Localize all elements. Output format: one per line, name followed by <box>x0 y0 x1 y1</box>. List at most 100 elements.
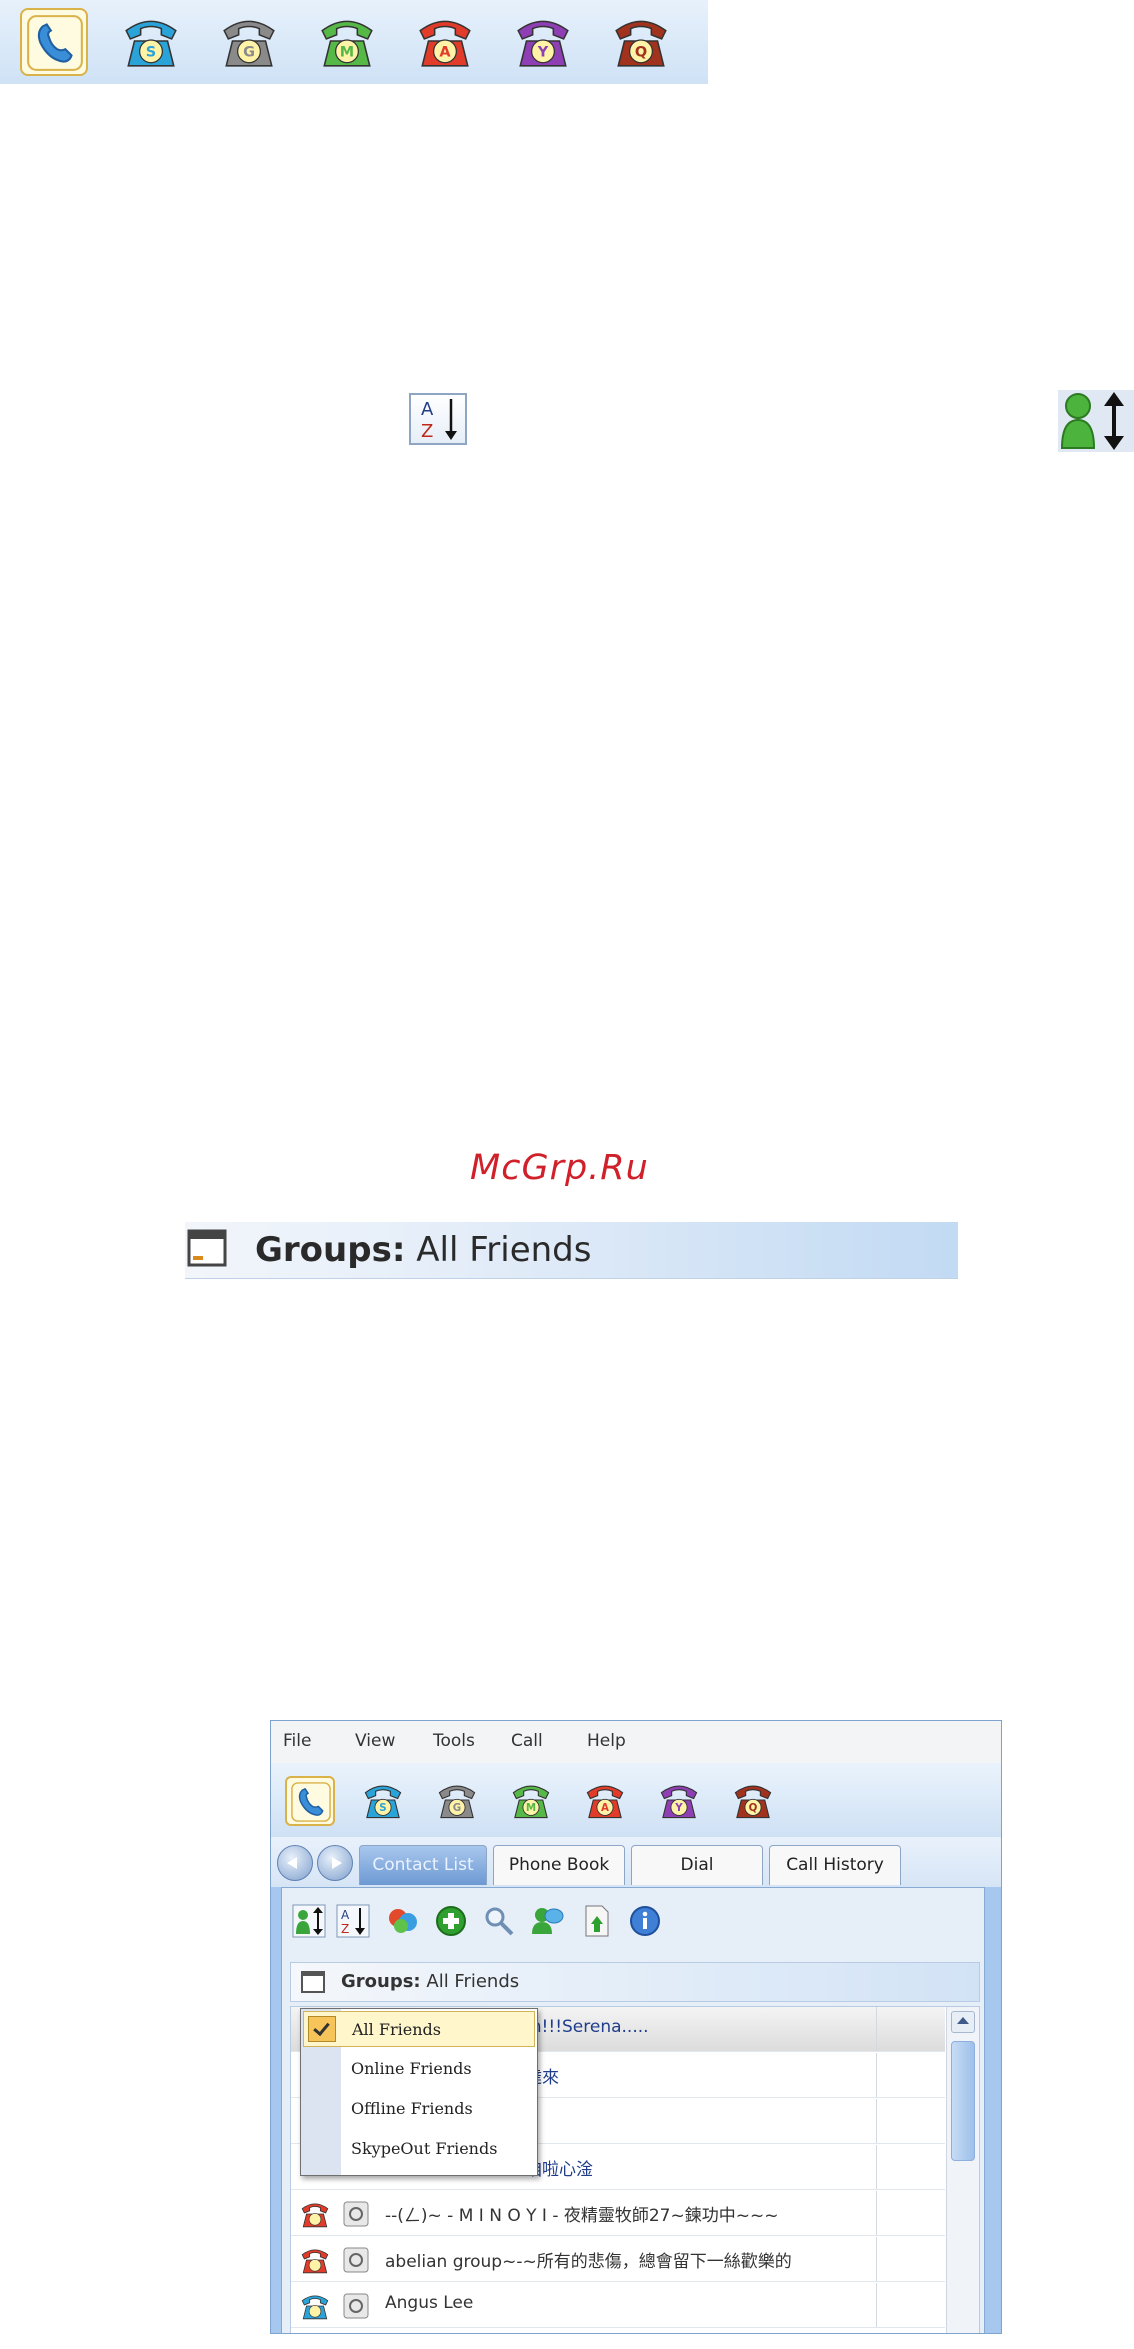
contact-name: --(ㄥ)~ - M I N O Y I - 夜精靈牧師27~鍊功中~~~ <box>385 2206 779 2226</box>
sort-az-icon[interactable]: A Z <box>409 393 467 445</box>
handset-icon <box>291 1782 331 1822</box>
app-window: File View Tools Call Help S G M A Y Q Contact… <box>270 1720 1002 2334</box>
yahoo-phone-icon: Y <box>517 20 569 67</box>
menu-item-all-friends[interactable]: All Friends <box>303 2011 535 2047</box>
groups-banner[interactable]: Groups: All Friends <box>185 1222 958 1279</box>
yahoo-phone-icon: Y <box>660 1785 698 1819</box>
qq-phone-icon: Q <box>734 1785 772 1819</box>
aim-phone-icon <box>301 2249 329 2274</box>
search-icon[interactable] <box>482 1904 516 1938</box>
import-icon[interactable] <box>580 1904 614 1938</box>
info-icon[interactable] <box>628 1904 662 1938</box>
filter-all-button[interactable] <box>20 8 88 76</box>
groups-selector-value: All Friends <box>426 1971 520 1992</box>
menu-bar: File View Tools Call Help <box>271 1721 1001 1764</box>
filter-skype-button[interactable]: S <box>359 1776 409 1826</box>
sort-status-icon[interactable] <box>292 1904 326 1938</box>
groups-value: All Friends <box>416 1230 592 1270</box>
tab-dial[interactable]: Dial <box>631 1845 763 1885</box>
google-phone-icon: G <box>438 1785 476 1819</box>
aim-phone-icon: A <box>586 1785 624 1819</box>
table-row[interactable]: Angus Lee <box>291 2283 945 2328</box>
svg-text:A: A <box>601 1802 609 1814</box>
contact-status-icon <box>343 2201 369 2227</box>
groups-label: Groups: <box>255 1230 406 1270</box>
menu-call[interactable]: Call <box>511 1731 543 1751</box>
svg-text:G: G <box>453 1802 461 1814</box>
menu-view[interactable]: View <box>355 1731 395 1751</box>
msn-phone-icon: M <box>321 20 373 67</box>
filter-msn-button[interactable]: M <box>507 1776 557 1826</box>
groups-dropdown-menu: All Friends Online Friends Offline Frien… <box>300 2008 538 2176</box>
table-row[interactable]: abelian group~-~所有的悲傷，總會留下一絲歡樂的 <box>291 2237 945 2282</box>
svg-text:Q: Q <box>635 45 647 61</box>
watermark: McGrp.Ru <box>470 1148 649 1188</box>
skype-phone-icon: S <box>125 20 177 67</box>
back-button[interactable] <box>277 1845 313 1881</box>
refresh-icon[interactable] <box>386 1904 420 1938</box>
aim-phone-icon: A <box>419 20 471 67</box>
filter-msn-button[interactable]: M <box>314 8 382 76</box>
contact-name: 達來 <box>525 2068 559 2088</box>
svg-text:S: S <box>379 1802 386 1814</box>
sort-az-small-icon[interactable]: A Z <box>336 1904 370 1938</box>
msn-phone-icon: M <box>512 1785 550 1819</box>
tab-contact-list[interactable]: Contact List <box>359 1845 487 1885</box>
filter-qq-button[interactable]: Q <box>608 8 676 76</box>
filter-yahoo-button[interactable]: Y <box>655 1776 705 1826</box>
tab-row: Contact List Phone Book Dial Call Histor… <box>271 1837 1001 1887</box>
contact-panel: A Z Groups: All Friends m!!!Serena..... … <box>281 1887 985 2333</box>
groups-selector[interactable]: Groups: All Friends <box>290 1962 980 2002</box>
scroll-thumb[interactable] <box>951 2041 975 2161</box>
filter-qq-button[interactable]: Q <box>729 1776 779 1826</box>
add-icon[interactable] <box>434 1904 468 1938</box>
groups-selector-label: Groups: <box>341 1971 421 1992</box>
window-icon <box>187 1229 227 1267</box>
menu-file[interactable]: File <box>283 1731 311 1751</box>
filter-google-button[interactable]: G <box>216 8 284 76</box>
svg-text:Y: Y <box>674 1802 683 1814</box>
skype-phone-icon: S <box>364 1785 402 1819</box>
filter-google-button[interactable]: G <box>433 1776 483 1826</box>
contact-name: Angus Lee <box>385 2293 474 2313</box>
tab-call-history[interactable]: Call History <box>769 1845 901 1885</box>
menu-item-skypeout-friends[interactable]: SkypeOut Friends <box>303 2131 535 2167</box>
menu-help[interactable]: Help <box>587 1731 626 1751</box>
sort-by-status-icon[interactable] <box>1058 390 1134 452</box>
filter-aim-button[interactable]: A <box>412 8 480 76</box>
scroll-up-button[interactable] <box>951 2011 975 2033</box>
qq-phone-icon: Q <box>615 20 667 67</box>
filter-skype-button[interactable]: S <box>118 8 186 76</box>
svg-text:Z: Z <box>341 1922 349 1936</box>
tab-phone-book[interactable]: Phone Book <box>493 1845 625 1885</box>
svg-text:G: G <box>243 45 255 61</box>
svg-text:M: M <box>526 1802 536 1814</box>
filter-all-button[interactable] <box>285 1776 335 1826</box>
svg-text:S: S <box>146 45 156 61</box>
filter-yahoo-button[interactable]: Y <box>510 8 578 76</box>
svg-text:Y: Y <box>537 45 549 61</box>
scrollbar[interactable] <box>946 2007 979 2333</box>
chat-icon[interactable] <box>530 1904 564 1938</box>
phone-toolbar: SGMAYQ <box>271 1763 1001 1838</box>
menu-tools[interactable]: Tools <box>433 1731 475 1751</box>
menu-item-offline-friends[interactable]: Offline Friends <box>303 2091 535 2127</box>
svg-text:A: A <box>439 45 451 61</box>
aim-phone-icon <box>301 2203 329 2228</box>
filter-aim-button[interactable]: A <box>581 1776 631 1826</box>
svg-text:Z: Z <box>421 421 433 442</box>
skype-phone-icon <box>301 2295 329 2320</box>
window-icon <box>301 1971 325 1993</box>
table-row[interactable]: --(ㄥ)~ - M I N O Y I - 夜精靈牧師27~鍊功中~~~ <box>291 2191 945 2236</box>
handset-icon <box>27 15 83 71</box>
contact-status-icon <box>343 2247 369 2273</box>
svg-text:M: M <box>340 45 354 61</box>
forward-button[interactable] <box>317 1845 353 1881</box>
contact-name: abelian group~-~所有的悲傷，總會留下一絲歡樂的 <box>385 2252 792 2272</box>
svg-text:Q: Q <box>749 1802 758 1814</box>
contact-toolbar: A Z <box>282 1888 984 1950</box>
menu-item-online-friends[interactable]: Online Friends <box>303 2051 535 2087</box>
phone-filter-strip: SGMAYQ <box>0 0 708 84</box>
google-phone-icon: G <box>223 20 275 67</box>
check-icon <box>308 2016 336 2042</box>
